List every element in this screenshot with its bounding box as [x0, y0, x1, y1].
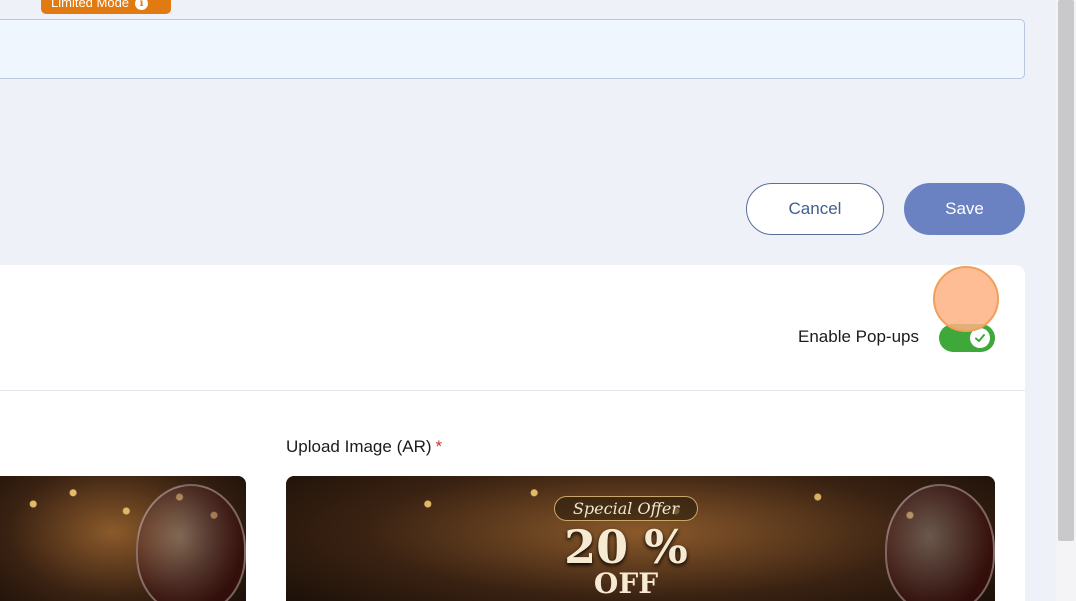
discount-text: 20 %	[564, 520, 688, 574]
text-field[interactable]	[0, 19, 1025, 79]
uploaded-image-en[interactable]	[0, 476, 246, 601]
uploaded-image-ar[interactable]: Special Offer 20 % OFF	[286, 476, 995, 601]
click-indicator	[933, 266, 999, 332]
wine-glass-graphic	[136, 484, 246, 601]
upload-image-ar-text: Upload Image (AR)	[286, 437, 432, 456]
save-button[interactable]: Save	[904, 183, 1025, 235]
required-mark: *	[435, 437, 443, 456]
upload-image-ar-label: Upload Image (AR) *	[286, 437, 442, 457]
info-icon[interactable]: i	[135, 0, 149, 10]
card-divider	[0, 390, 1025, 391]
off-text: OFF	[593, 567, 659, 600]
enable-popups-label: Enable Pop-ups	[798, 327, 919, 346]
cancel-button[interactable]: Cancel	[746, 183, 884, 235]
special-offer-graphic: Special Offer 20 % OFF	[506, 496, 746, 600]
scrollbar-thumb[interactable]	[1058, 0, 1074, 541]
limited-mode-badge: Limited Mode i	[41, 0, 171, 14]
special-offer-text: Special Offer	[553, 496, 699, 521]
badge-label: Limited Mode	[51, 0, 130, 10]
wine-glass-graphic	[885, 484, 995, 601]
